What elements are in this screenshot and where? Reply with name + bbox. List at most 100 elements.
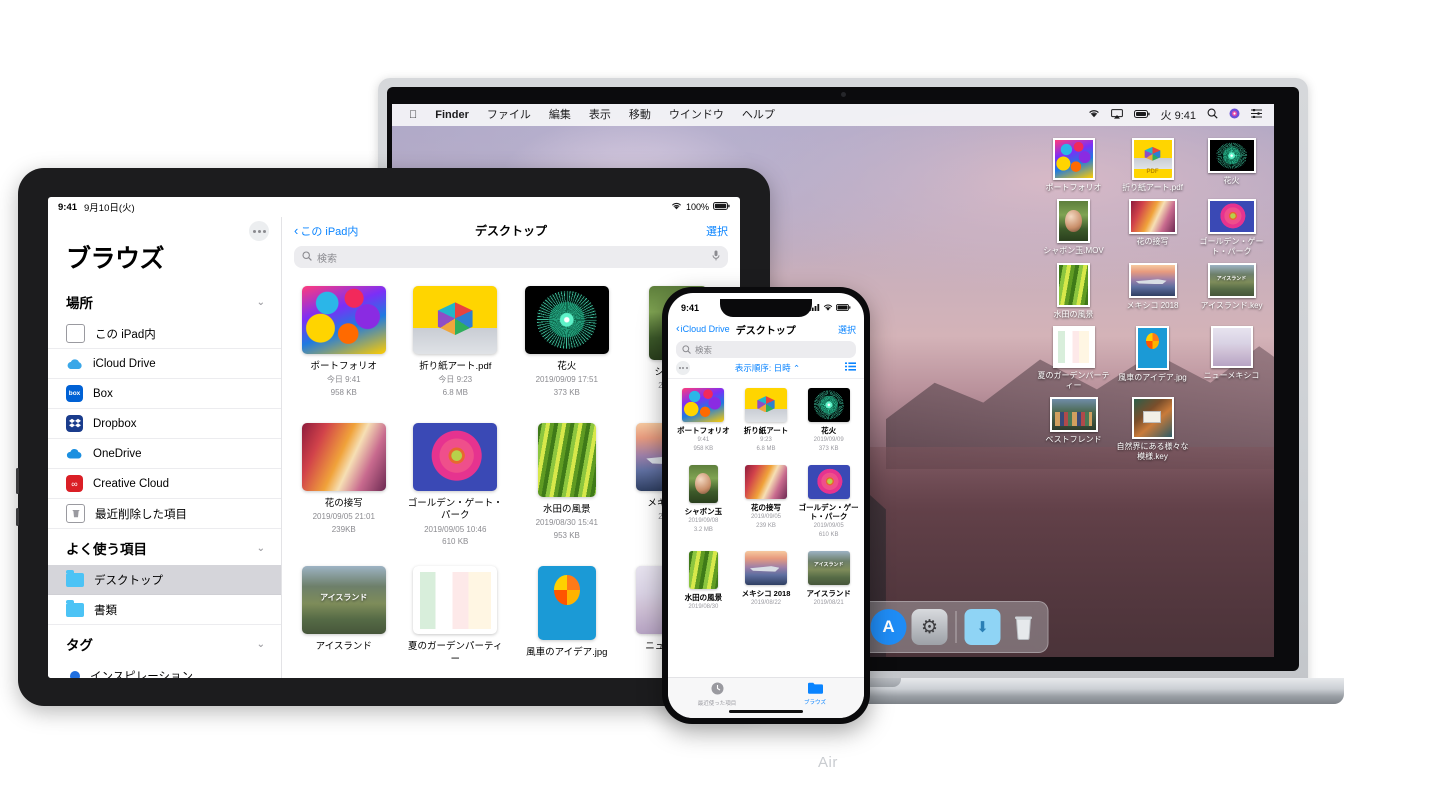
tab-browse[interactable]: ブラウズ — [766, 682, 864, 706]
menu-item-go[interactable]: 移動 — [620, 104, 660, 126]
file-item[interactable]: 水田の風景 2019/08/30 — [672, 546, 735, 617]
menu-item-edit[interactable]: 編集 — [540, 104, 580, 126]
sort-order-button[interactable]: 表示順序: 日時 ⌃ — [735, 362, 800, 374]
file-item[interactable]: ゴールデン・ゲート・パーク 2019/09/05 610 KB — [797, 460, 860, 546]
sidebar-item-recently-deleted[interactable]: 最近削除した項目 — [48, 499, 281, 529]
wifi-icon[interactable] — [1088, 109, 1100, 121]
file-item[interactable]: シャボン玉 2019/09/08 3.2 MB — [672, 460, 735, 546]
file-thumbnail — [301, 286, 386, 354]
file-item[interactable]: 花火 2019/09/09 17:51 373 KB — [511, 280, 623, 415]
more-options-button[interactable] — [249, 221, 269, 241]
sidebar-item-onedrive[interactable]: OneDrive — [48, 439, 281, 469]
sidebar-section-header-favorites[interactable]: よく使う項目 ⌄ — [48, 529, 281, 565]
box-icon: box — [66, 385, 83, 402]
list-view-icon[interactable] — [844, 362, 856, 374]
menu-item-help[interactable]: ヘルプ — [733, 104, 784, 126]
file-date: 2019/09/09 — [813, 437, 844, 444]
airplay-icon[interactable] — [1110, 108, 1123, 122]
menu-bar-clock[interactable]: 火 9:41 — [1161, 107, 1196, 123]
desktop-thumb — [1057, 263, 1090, 307]
file-item[interactable]: 水田の風景 2019/08/30 15:41 953 KB — [511, 417, 623, 558]
sidebar-item-dropbox[interactable]: Dropbox — [48, 409, 281, 439]
desktop-icon-origami-pdf[interactable]: 折り紙アート.pdf — [1113, 138, 1192, 193]
more-options-button[interactable] — [676, 361, 690, 375]
file-name: 水田の風景 — [542, 503, 591, 515]
siri-icon[interactable] — [1229, 108, 1240, 122]
chevron-down-icon[interactable]: ⌄ — [257, 297, 265, 308]
home-indicator[interactable] — [729, 710, 803, 713]
desktop-icon-pinwheel-jpg[interactable]: 風車のアイデア.jpg — [1113, 326, 1192, 391]
desktop-icon-new-mexico[interactable]: ニューメキシコ — [1192, 326, 1271, 391]
desktop-icon-label: ゴールデン・ゲート・パーク — [1199, 237, 1264, 256]
sidebar-item-tag-inspiration[interactable]: インスピレーション — [48, 661, 281, 678]
chevron-down-icon[interactable]: ⌄ — [257, 639, 265, 650]
dock-item-trash[interactable] — [1006, 609, 1042, 645]
desktop-icon-summer-garden-party[interactable]: 夏のガーデンパーティー — [1034, 326, 1113, 391]
file-item[interactable]: 風車のアイデア.jpg — [511, 560, 623, 676]
sidebar-section-header-locations[interactable]: 場所 ⌄ — [48, 283, 281, 319]
file-thumbnail — [807, 464, 850, 499]
desktop-icon-iceland-key[interactable]: アイスランド.key — [1192, 263, 1271, 320]
desktop-icon-flower-macro[interactable]: 花の接写 — [1113, 199, 1192, 257]
file-item[interactable]: メキシコ 2018 2019/08/22 — [735, 546, 798, 617]
sidebar-item-icloud-drive[interactable]: iCloud Drive — [48, 349, 281, 379]
select-button[interactable]: 選択 — [838, 323, 856, 336]
desktop-icon-rice-field[interactable]: 水田の風景 — [1034, 263, 1113, 320]
desktop-icon-bubble-mov[interactable]: シャボン玉.MOV — [1034, 199, 1113, 257]
ipad-device: 9:41 9月10日(火) 100% ブラウズ 場所 ⌄ この iPad内 iC… — [16, 168, 770, 706]
search-icon — [682, 341, 691, 359]
desktop-icon-nature-patterns-key[interactable]: 自然界にある様々な模様.key — [1113, 397, 1192, 462]
file-thumbnail — [807, 388, 850, 422]
control-center-icon[interactable] — [1251, 108, 1262, 121]
file-item[interactable]: ポートフォリオ 9:41 958 KB — [672, 383, 735, 460]
menu-item-finder[interactable]: Finder — [426, 104, 478, 126]
search-input[interactable]: 検索 — [676, 341, 856, 358]
desktop-icon-label: メキシコ 2018 — [1126, 301, 1179, 310]
file-item[interactable]: 花の接写 2019/09/05 21:01 239KB — [288, 417, 400, 558]
file-item[interactable]: 夏のガーデンパーティー — [400, 560, 512, 676]
file-item[interactable]: ポートフォリオ 今日 9:41 958 KB — [288, 280, 400, 415]
file-item[interactable]: 折り紙アート 9:23 6.8 MB — [735, 383, 798, 460]
page-title: デスクトップ — [735, 325, 796, 337]
file-item[interactable]: アイスランド 2019/08/21 — [797, 546, 860, 617]
file-thumbnail — [524, 286, 609, 354]
tab-recents[interactable]: 最近使った項目 — [668, 682, 766, 707]
sidebar-section-header-tags[interactable]: タグ ⌄ — [48, 625, 281, 661]
back-button[interactable]: ‹ iCloud Drive — [676, 323, 730, 335]
desktop-icon-fireworks[interactable]: 花火 — [1192, 138, 1271, 193]
dock-item-downloads-folder[interactable]: ⬇ — [964, 609, 1001, 645]
microphone-icon[interactable] — [712, 250, 720, 264]
sidebar-item-this-ipad[interactable]: この iPad内 — [48, 319, 281, 349]
menu-item-window[interactable]: ウインドウ — [660, 104, 733, 126]
chevron-down-icon[interactable]: ⌄ — [257, 543, 265, 554]
dock-item-app-store[interactable]: A — [870, 609, 907, 645]
sidebar-item-documents[interactable]: 書類 — [48, 595, 281, 625]
file-item[interactable]: アイスランド — [288, 560, 400, 676]
desktop-icon-mexico-2018[interactable]: メキシコ 2018 — [1113, 263, 1192, 320]
file-date: 9:23 — [760, 437, 772, 444]
desktop-icon-best-friend[interactable]: ベストフレンド — [1034, 397, 1113, 462]
search-input[interactable]: 検索 — [294, 246, 728, 268]
file-name: 水田の風景 — [684, 592, 723, 602]
search-placeholder: 検索 — [317, 253, 337, 265]
spotlight-search-icon[interactable] — [1207, 108, 1218, 122]
desktop-icon-portfolio[interactable]: ポートフォリオ — [1034, 138, 1113, 193]
file-item[interactable]: 花の接写 2019/09/05 239 KB — [735, 460, 798, 546]
sidebar-item-creative-cloud[interactable]: ∞ Creative Cloud — [48, 469, 281, 499]
menu-item-file[interactable]: ファイル — [478, 104, 540, 126]
battery-icon[interactable] — [1133, 109, 1150, 121]
back-button[interactable]: ‹ この iPad内 — [294, 223, 358, 239]
file-item[interactable]: 花火 2019/09/09 373 KB — [797, 383, 860, 460]
battery-icon — [713, 202, 730, 212]
sidebar-item-desktop[interactable]: デスクトップ — [48, 565, 281, 595]
file-item[interactable]: ゴールデン・ゲート・パーク 2019/09/05 10:46 610 KB — [400, 417, 512, 558]
ipad-power-button[interactable] — [16, 508, 19, 526]
menu-item-view[interactable]: 表示 — [580, 104, 620, 126]
dock-item-system-preferences[interactable]: ⚙ — [911, 609, 948, 645]
file-item[interactable]: 折り紙アート.pdf 今日 9:23 6.8 MB — [400, 280, 512, 415]
desktop-icon-golden-gate-park[interactable]: ゴールデン・ゲート・パーク — [1192, 199, 1271, 257]
sidebar-item-box[interactable]: box Box — [48, 379, 281, 409]
ipad-volume-button[interactable] — [16, 468, 19, 494]
select-button[interactable]: 選択 — [706, 223, 728, 239]
apple-logo-icon[interactable]:  — [400, 104, 426, 126]
